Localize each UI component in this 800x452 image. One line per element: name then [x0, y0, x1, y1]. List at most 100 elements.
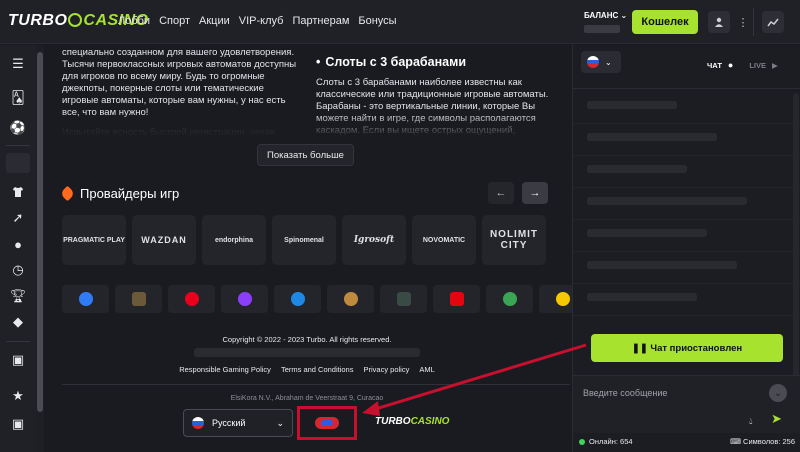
chat-paused-button[interactable]: ❚❚ Чат приостановлен: [591, 334, 783, 362]
e-wallet-icon: [78, 292, 93, 306]
chevron-down-icon: ⌄: [620, 11, 628, 20]
mts-icon: [449, 292, 464, 306]
link-terms[interactable]: Terms and Conditions: [281, 365, 354, 374]
provider-pragmatic-play[interactable]: PRAGMATIC PLAY: [62, 215, 126, 265]
chat-message-blurred: [587, 261, 737, 269]
link-responsible-gaming[interactable]: Responsible Gaming Policy: [179, 365, 271, 374]
provider-endorphina[interactable]: endorphina: [202, 215, 266, 265]
nav-promotions[interactable]: Акции: [199, 15, 230, 27]
nav-vip-club[interactable]: VIP-клуб: [239, 15, 284, 27]
providers-title: Провайдеры игр: [59, 185, 179, 202]
chat-scrollbar[interactable]: [793, 93, 799, 393]
user-icon[interactable]: [708, 11, 730, 33]
logo-turbo: TURBO: [8, 12, 68, 29]
chat-message-rule: [573, 187, 800, 188]
tab-live[interactable]: LIVE: [749, 61, 766, 70]
sidebar-divider: [6, 145, 30, 146]
link-aml[interactable]: AML: [419, 365, 434, 374]
cards-icon[interactable]: 🂡: [6, 87, 30, 109]
balance-dropdown[interactable]: БАЛАНС ⌄: [584, 11, 627, 20]
main-nav: Лобби Спорт Акции VIP-клуб Партнерам Бон…: [118, 15, 397, 27]
gift-box-icon[interactable]: ▣: [6, 413, 30, 435]
drop-icon[interactable]: 💧︎: [749, 416, 753, 427]
football-icon[interactable]: ⚽: [6, 117, 30, 139]
flame-icon: [59, 185, 76, 202]
link-privacy[interactable]: Privacy policy: [363, 365, 409, 374]
main-content: специально созданном для вашего удовлетв…: [44, 45, 586, 452]
chat-message-blurred: [587, 293, 697, 301]
timer-icon[interactable]: ◷: [6, 259, 30, 281]
language-select[interactable]: Русский ⌄: [183, 409, 293, 437]
chevron-down-icon: ⌄: [605, 57, 612, 67]
show-more-button[interactable]: Показать больше: [257, 144, 354, 166]
wallet-button[interactable]: Кошелек: [632, 10, 698, 34]
license-badge-highlight[interactable]: [297, 406, 357, 440]
payment-method[interactable]: [327, 285, 374, 313]
chat-input-area: ⌄ 💧︎ ➤: [573, 375, 800, 433]
shirt-icon[interactable]: [6, 181, 30, 203]
seo-heading: Слоты с 3 барабанами: [316, 55, 556, 69]
provider-nolimit-city[interactable]: NOLIMIT CITY: [482, 215, 546, 265]
language-value: Русский: [212, 418, 246, 428]
payment-method[interactable]: [433, 285, 480, 313]
provider-novomatic[interactable]: NOVOMATIC: [412, 215, 476, 265]
chat-bubble-icon: ●: [727, 60, 734, 70]
chat-message-blurred: [587, 101, 677, 109]
nav-sport[interactable]: Спорт: [159, 15, 190, 27]
providers-prev-button[interactable]: ←: [488, 182, 514, 204]
scrollbar-thumb[interactable]: [37, 52, 43, 412]
payment-method[interactable]: [62, 285, 109, 313]
send-icon[interactable]: ➤: [771, 411, 782, 427]
casino-app: TURBO CASINO Лобби Спорт Акции VIP-клуб П…: [0, 0, 800, 452]
chat-message-blurred: [587, 165, 687, 173]
footer-links: Responsible Gaming Policy Terms and Cond…: [44, 365, 570, 374]
chat-panel: ⌄ ЧАТ ● LIVE ▶ ❚❚ Чат приостановлен ⌄ 💧︎…: [572, 45, 800, 452]
company-address: ElsiKora N.V., Abraham de Veerstraat 9, …: [230, 395, 384, 402]
chat-language-button[interactable]: ⌄: [581, 51, 621, 73]
gift-icon[interactable]: ▣: [6, 349, 30, 371]
license-icon: [315, 417, 339, 429]
beeline-icon: [555, 292, 570, 306]
mastercard-visa-icon: [184, 292, 199, 306]
payment-method[interactable]: [221, 285, 268, 313]
coupon-icon[interactable]: [6, 153, 30, 173]
provider-wazdan[interactable]: WAZDAN: [132, 215, 196, 265]
trend-icon[interactable]: [762, 11, 784, 33]
top-divider: [753, 8, 754, 36]
chat-message-rule: [573, 219, 800, 220]
trophy-icon[interactable]: 🏆︎: [6, 285, 30, 307]
menu-icon[interactable]: ☰: [6, 53, 30, 75]
balance-label: БАЛАНС: [584, 11, 619, 20]
nav-bonuses[interactable]: Бонусы: [358, 15, 396, 27]
more-vertical-icon[interactable]: ⋮: [732, 11, 754, 33]
payment-method[interactable]: [486, 285, 533, 313]
chat-message-rule: [573, 283, 800, 284]
chat-footer: Онлайн: 654 ⌨ Символов: 256: [573, 433, 800, 452]
fire-icon[interactable]: ◆: [6, 311, 30, 333]
payment-method[interactable]: [168, 285, 215, 313]
copyright: Copyright © 2022 - 2023 Turbo. All right…: [222, 335, 392, 344]
payment-methods: [62, 285, 586, 313]
tab-chat[interactable]: ЧАТ: [707, 61, 722, 70]
payeer-icon: [290, 292, 305, 306]
bank-blurred-icon: [131, 292, 146, 306]
logo-mark-icon: [68, 13, 83, 27]
rocket-icon[interactable]: ➚: [6, 207, 30, 229]
ball-icon[interactable]: ●: [6, 233, 30, 255]
star-icon[interactable]: ★: [6, 385, 30, 407]
keyboard-icon: ⌨: [730, 437, 744, 446]
nav-partners[interactable]: Партнерам: [292, 15, 349, 27]
scroll-down-icon[interactable]: ⌄: [769, 384, 787, 402]
providers-list: PRAGMATIC PLAY WAZDAN endorphina Spinome…: [62, 215, 546, 265]
nav-lobby[interactable]: Лобби: [118, 15, 150, 27]
payment-method[interactable]: [380, 285, 427, 313]
footer-divider: [62, 384, 570, 385]
sidebar-divider-2: [6, 341, 30, 342]
payment-method[interactable]: [115, 285, 162, 313]
provider-spinomenal[interactable]: Spinomenal: [272, 215, 336, 265]
provider-igrosoft[interactable]: Igrosoft: [342, 215, 406, 265]
footer-logo[interactable]: TURBOCASINO: [375, 416, 449, 427]
providers-next-button[interactable]: →: [522, 182, 548, 204]
payment-method[interactable]: [274, 285, 321, 313]
chat-message-input[interactable]: [583, 384, 753, 402]
